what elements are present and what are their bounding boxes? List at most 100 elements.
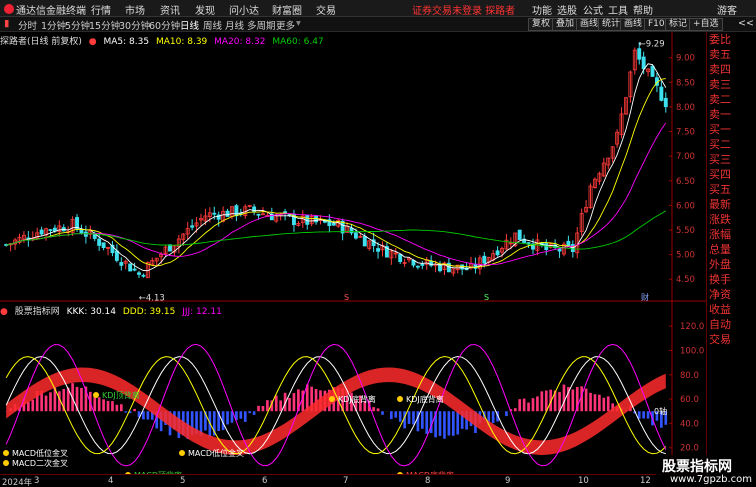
event-marker: S	[344, 293, 349, 302]
period-monthly[interactable]: 月线	[225, 18, 244, 32]
side-item: 买四	[709, 168, 731, 181]
period-toggle-icon[interactable]: ▮	[4, 18, 9, 29]
zero-axis-label: 0轴	[654, 406, 667, 416]
watermark-url: www.7gpzb.com	[670, 474, 752, 485]
signal-label: MACD二次金叉	[12, 458, 68, 468]
candle-body	[79, 229, 84, 235]
app-logo-icon	[4, 4, 14, 14]
side-item: 净资	[709, 288, 731, 301]
candle-body	[132, 268, 137, 271]
side-item[interactable]: 交易	[707, 332, 756, 347]
signal-dot	[93, 392, 99, 398]
menu-item-help[interactable]: 帮助	[633, 2, 653, 17]
candle-body	[517, 229, 522, 240]
period-daily[interactable]: 日线	[180, 18, 199, 32]
price-legend: 探路者(日线 前复权) ● MA5: 8.35 MA10: 8.39 MA20:…	[0, 34, 328, 47]
period-5min[interactable]: 5分钟	[65, 18, 90, 32]
price-tick-label: 5.50	[676, 226, 695, 236]
stock-name-label: 探路者(日线 前复权)	[0, 37, 82, 47]
indicator-tick-label: 100.0	[680, 346, 704, 356]
login-status[interactable]: 证券交易未登录 探路者	[412, 2, 515, 17]
side-item[interactable]: 自动	[707, 317, 756, 332]
overlay-button[interactable]: 叠加	[552, 18, 579, 31]
kline-chart[interactable]: 9.00 8.50 8.00 7.50 7.00 6.50 6.00 5.50 5.00 4.50…	[0, 32, 706, 474]
period-toolbar: ▮ 分时 1分钟 5分钟 15分钟 30分钟 60分钟 日线 周线 月线 多周期…	[0, 17, 756, 32]
date-tick: 9	[505, 476, 511, 486]
signal-label: MACD低位金叉	[12, 448, 68, 458]
menu-item-trade[interactable]: 交易	[316, 2, 336, 17]
candle-body	[101, 242, 106, 249]
period-more[interactable]: 更多	[276, 18, 295, 32]
candle-body	[141, 274, 146, 277]
signal-dot	[329, 396, 335, 402]
ma10-label: MA10: 8.39	[155, 37, 208, 47]
candle-body	[663, 97, 668, 108]
period-tick[interactable]: 分时	[18, 18, 37, 32]
add-watchlist-button[interactable]: +自选	[689, 18, 723, 31]
candle-body	[128, 263, 133, 272]
signal-dot	[179, 450, 185, 456]
event-marker: 财	[641, 292, 649, 302]
date-tick: 7	[343, 476, 349, 486]
restore-rights-button[interactable]: 复权	[528, 18, 555, 31]
period-multi[interactable]: 多周期	[247, 18, 276, 32]
side-item: 涨幅	[709, 228, 731, 241]
candle-body	[256, 213, 261, 216]
date-axis: 2024年 3 4 5 6 7 8 9 10 12	[0, 474, 706, 487]
date-tick: 10	[578, 476, 589, 486]
period-weekly[interactable]: 周线	[203, 18, 222, 32]
candle-body	[557, 248, 562, 252]
period-1min[interactable]: 1分钟	[41, 18, 66, 32]
drawline-button[interactable]: 画线	[620, 18, 647, 31]
menu-item-news[interactable]: 资讯	[160, 2, 180, 17]
menu-item-pick[interactable]: 选股	[557, 2, 577, 17]
indicator-tick-label: 20.0	[680, 444, 699, 454]
menu-item-hq[interactable]: 行情	[91, 2, 111, 17]
period-30min[interactable]: 30分钟	[119, 18, 150, 32]
ma5-line	[6, 63, 667, 272]
event-marker: S	[484, 293, 489, 302]
side-item: 外盘	[709, 258, 731, 271]
watermark: 股票指标网 www.7gpzb.com	[656, 455, 756, 487]
collapse-panel-button[interactable]: <<	[738, 18, 754, 29]
date-tick: 6	[262, 476, 268, 486]
side-item: 最新	[709, 198, 731, 211]
candle-body	[114, 250, 119, 261]
side-item: 买五	[709, 183, 731, 196]
side-item: 委比	[709, 33, 731, 46]
side-item: 收益	[709, 303, 731, 316]
legend-icon: ●	[88, 37, 97, 47]
side-item: 卖三	[709, 78, 731, 91]
menu-item-tools[interactable]: 工具	[608, 2, 628, 17]
date-tick: 8	[425, 476, 431, 486]
date-tick: 12	[640, 476, 651, 486]
candle-body	[650, 65, 655, 77]
kkk-label: KKK: 30.14	[66, 307, 116, 317]
price-tick-label: 6.00	[676, 201, 695, 211]
period-60min[interactable]: 60分钟	[149, 18, 180, 32]
candle-body	[225, 210, 230, 217]
menu-item-market[interactable]: 市场	[125, 2, 145, 17]
candle-body	[168, 244, 172, 252]
menu-item-function[interactable]: 功能	[532, 2, 552, 17]
indicator-tick-label: 80.0	[680, 371, 699, 381]
candle-body	[48, 229, 53, 232]
period-15min[interactable]: 15分钟	[89, 18, 120, 32]
menu-item-ask[interactable]: 问小达	[229, 2, 259, 17]
candle-body	[415, 265, 420, 268]
ma5-label: MA5: 8.35	[103, 37, 150, 47]
menu-item-discover[interactable]: 发现	[195, 2, 215, 17]
signal-dot	[3, 450, 9, 456]
guest-label[interactable]: 游客	[717, 2, 737, 17]
candle-body	[495, 250, 500, 256]
menu-item-wealth[interactable]: 财富圈	[272, 2, 302, 17]
mark-button[interactable]: 标记	[665, 18, 692, 31]
more-arrow-icon[interactable]: ▾	[296, 18, 301, 29]
jjj-label: JJJ: 12.11	[182, 307, 222, 317]
price-tick-label: 6.50	[676, 177, 695, 187]
indicator-tick-label: 120.0	[680, 322, 704, 332]
side-item: 涨跌	[709, 213, 731, 226]
side-item: 卖四	[709, 63, 731, 76]
candle-body	[119, 262, 124, 266]
menu-item-formula[interactable]: 公式	[583, 2, 603, 17]
